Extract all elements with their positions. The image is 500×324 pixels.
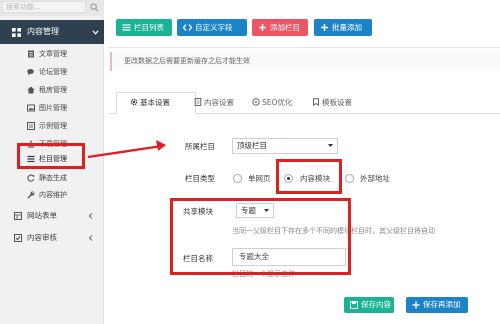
sidebar-item-label: 文章管理 [39, 50, 67, 58]
chevron-left-icon [88, 235, 93, 241]
add-category-button[interactable]: 添加栏目 [252, 19, 308, 36]
sidebar-item-label: 示例管理 [39, 122, 67, 130]
caret-down-icon [328, 144, 333, 147]
tab-seo[interactable]: SEO优化 [252, 98, 292, 108]
list-icon [122, 24, 131, 31]
radio-single-page[interactable] [233, 174, 242, 183]
plus-icon [412, 301, 420, 309]
toolbar-divider [108, 47, 500, 48]
parent-category-select[interactable]: 顶级栏目 [232, 138, 338, 154]
notice-banner: 更改数据之后需要更新缓存之后才能生效 [110, 52, 500, 71]
sidebar-item-rentals[interactable]: 租房管理 [0, 81, 104, 99]
sidebar-search-bar: 搜索功能... [0, 0, 104, 16]
comments-icon [27, 69, 34, 76]
category-list-button[interactable]: 栏目列表 [116, 19, 172, 36]
radio-external-url[interactable] [345, 174, 354, 183]
parent-category-label: 所属栏目 [185, 142, 215, 151]
tag-icon [252, 98, 260, 106]
sidebar-item-label: 内容审核 [27, 233, 57, 242]
button-label: 添加栏目 [270, 23, 300, 32]
sidebar-item-static-generation[interactable]: 静态生成 [0, 169, 104, 187]
sidebar-item-images[interactable]: 图片管理 [0, 99, 104, 117]
sidebar-group-label: 内容管理 [27, 27, 59, 36]
tab-template-settings[interactable]: 模板设置 [312, 98, 352, 108]
sidebar-item-label: 租房管理 [39, 86, 67, 94]
tab-label: 基本设置 [140, 98, 170, 107]
sidebar-item-content-review[interactable]: 内容审核 [0, 229, 104, 247]
button-label: 保存再添加 [423, 300, 461, 309]
refresh-icon [27, 174, 35, 182]
sidebar-item-label: 网站表单 [27, 211, 57, 220]
grid-icon [12, 28, 21, 37]
home-icon [27, 86, 35, 94]
save-icon [350, 301, 358, 309]
sidebar-item-site-forms[interactable]: 网站表单 [0, 207, 104, 225]
list-icon [27, 122, 35, 130]
plus-icon [259, 24, 266, 31]
button-label: 自定义字段 [195, 23, 233, 32]
gear-icon [130, 98, 138, 106]
arrowhead-icon [156, 140, 166, 151]
highlight-module-settings [170, 198, 351, 275]
template-icon [313, 98, 319, 106]
button-label: 保存内容 [361, 300, 391, 309]
button-label: 批量添加 [332, 23, 362, 32]
image-icon [27, 104, 35, 112]
file-icon [194, 98, 202, 106]
wrench-icon [27, 191, 35, 199]
tab-label: 模板设置 [322, 98, 352, 107]
tab-basic-settings[interactable]: 基本设置 [130, 98, 170, 108]
sidebar-highlight-box [17, 143, 85, 169]
save-and-add-button[interactable]: 保存再添加 [406, 297, 468, 313]
radio-label: 外部地址 [360, 174, 390, 183]
custom-fields-button[interactable]: 自定义字段 [177, 19, 247, 36]
button-label: 栏目列表 [134, 23, 164, 32]
sidebar-group-content-management[interactable]: 内容管理 [0, 20, 104, 44]
search-icon[interactable] [90, 3, 99, 12]
sidebar-search-input[interactable]: 搜索功能... [2, 1, 86, 13]
sidebar-item-label: 图片管理 [39, 104, 67, 112]
plus-icon [321, 24, 328, 31]
sidebar-item-label: 静态生成 [39, 174, 67, 182]
tab-label: 内容设置 [204, 98, 234, 107]
code-icon [183, 24, 192, 31]
highlight-content-module [276, 159, 342, 194]
batch-add-button[interactable]: 批量添加 [314, 19, 372, 36]
radio-label: 单网页 [248, 174, 271, 183]
sidebar-item-label: 内容维护 [39, 191, 67, 199]
save-button[interactable]: 保存内容 [344, 297, 394, 313]
notice-text: 更改数据之后需要更新缓存之后才能生效 [124, 57, 250, 65]
tab-content-settings[interactable]: 内容设置 [194, 98, 234, 108]
chevron-down-icon [92, 30, 99, 35]
category-type-label: 栏目类型 [185, 174, 215, 183]
sidebar-item-content-maintenance[interactable]: 内容维护 [0, 186, 104, 204]
file-text-icon [28, 50, 34, 58]
select-value: 顶级栏目 [237, 141, 267, 150]
form-icon [14, 212, 22, 220]
sidebar-item-articles[interactable]: 文章管理 [0, 45, 104, 63]
chevron-left-icon [88, 213, 93, 219]
check-icon [14, 234, 22, 242]
sidebar-item-forum[interactable]: 论坛管理 [0, 63, 104, 81]
tab-label: SEO优化 [262, 98, 293, 107]
sidebar-item-label: 论坛管理 [39, 68, 67, 76]
sidebar-item-examples[interactable]: 示例管理 [0, 117, 104, 135]
